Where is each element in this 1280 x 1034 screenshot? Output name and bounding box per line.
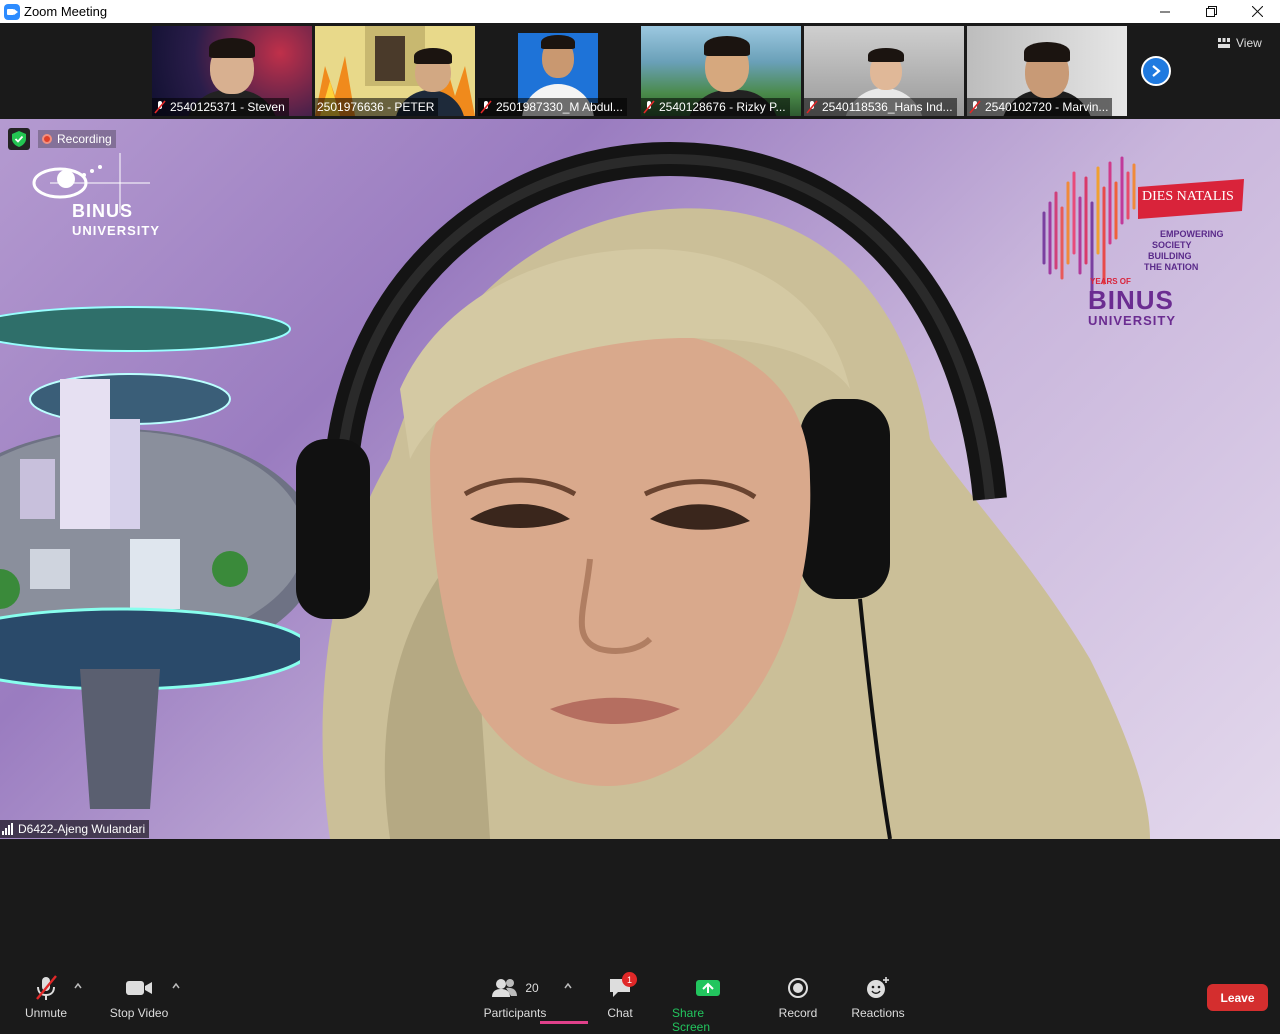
participants-count: 20 [525,981,539,995]
video-camera-icon [126,981,152,995]
next-page-button[interactable] [1141,56,1171,86]
university-wordmark: UNIVERSITY [72,223,161,238]
restore-button[interactable] [1188,0,1234,23]
participant-thumbnail-strip: 2540125371 - Steven 2501976636 - PETER 2… [0,23,1280,119]
participant-name: 2540128676 - Rizky P... [659,100,786,114]
participants-options-caret[interactable] [564,981,572,992]
chevron-up-icon [74,982,82,989]
participant-name: 2501987330_M Abdul... [496,100,623,114]
participants-button[interactable]: 20 Participants [482,974,548,1020]
participant-name-label: 2501976636 - PETER [315,98,439,116]
participant-thumbnail[interactable]: 2540102720 - Marvin... [967,26,1127,116]
muted-microphone-icon [36,975,57,1000]
view-label: View [1236,36,1262,50]
participant-name: 2540118536_Hans Ind... [822,100,953,114]
zoom-app-icon [4,3,20,20]
window-title: Zoom Meeting [24,4,108,19]
smiley-plus-icon [867,977,889,998]
video-options-caret[interactable] [172,981,180,992]
record-icon [788,978,808,998]
muted-mic-icon [154,100,166,114]
muted-mic-icon [643,100,655,114]
participant-thumbnail[interactable]: 2501987330_M Abdul... [478,26,638,116]
participant-name-label: 2540125371 - Steven [152,98,289,116]
grid-view-icon [1218,38,1230,48]
meeting-status-bar: Recording [8,128,116,150]
chevron-right-icon [1152,65,1161,77]
reactions-button[interactable]: Reactions [850,974,906,1020]
record-button[interactable]: Record [776,974,820,1020]
participant-name: 2501976636 - PETER [317,100,435,114]
participant-thumbnail[interactable]: 2501976636 - PETER [315,26,475,116]
close-icon [1251,6,1263,17]
speaker-person [296,141,1150,839]
muted-mic-icon [969,100,981,114]
recording-label: Recording [57,132,112,146]
audio-options-caret[interactable] [74,981,82,992]
stop-video-button[interactable]: Stop Video [106,974,172,1020]
shield-icon [12,131,26,147]
muted-mic-icon [806,100,818,114]
share-screen-label: Share Screen [672,1006,711,1034]
share-screen-button[interactable]: Share Screen [672,974,744,1034]
stop-video-label: Stop Video [109,1006,169,1020]
participant-name-label: 2501987330_M Abdul... [478,98,627,116]
chat-unread-badge: 1 [622,972,637,987]
participant-name: 2540102720 - Marvin... [985,100,1109,114]
recording-dot-icon [42,134,52,144]
participants-label: Participants [483,1006,547,1020]
restore-icon [1205,6,1217,17]
chevron-up-icon [564,982,572,989]
binus-university-logo: BINUS UNIVERSITY [30,153,180,243]
window-titlebar: Zoom Meeting [0,0,1280,23]
participant-thumbnail[interactable]: 2540128676 - Rizky P... [641,26,801,116]
participant-name-label: 2540128676 - Rizky P... [641,98,790,116]
record-label: Record [778,1006,818,1020]
meeting-controls-toolbar: Unmute Stop Video 20 Participants 1 Chat… [0,968,1280,1034]
unmute-button[interactable]: Unmute [22,974,70,1020]
participant-name: 2540125371 - Steven [170,100,285,114]
unmute-label: Unmute [24,1006,68,1020]
participant-name-label: 2540118536_Hans Ind... [804,98,957,116]
leave-button[interactable]: Leave [1207,984,1268,1011]
speaker-name-label: D6422-Ajeng Wulandari [0,820,150,838]
muted-mic-icon [480,100,492,114]
minimize-button[interactable] [1142,0,1188,23]
minimize-icon [1160,11,1170,12]
participant-thumbnail[interactable]: 2540118536_Hans Ind... [804,26,964,116]
view-button[interactable]: View [1218,33,1262,53]
speaker-name: D6422-Ajeng Wulandari [18,822,146,836]
recording-indicator[interactable]: Recording [38,130,116,148]
active-speaker-video: BINUS UNIVERSITY DIES NATALIS EMPOWERING… [0,119,1280,839]
participant-name-label: 2540102720 - Marvin... [967,98,1113,116]
binus-wordmark: BINUS [72,201,134,221]
reactions-label: Reactions [851,1006,905,1020]
signal-strength-icon [2,823,13,835]
share-screen-icon [696,980,720,996]
participant-thumbnail[interactable]: 2540125371 - Steven [152,26,312,116]
close-button[interactable] [1234,0,1280,23]
security-shield-button[interactable] [8,128,30,150]
chat-label: Chat [607,1006,633,1020]
participants-icon [492,979,518,997]
floating-city-illustration [0,306,300,809]
chat-button[interactable]: 1 Chat [600,972,640,1020]
chevron-up-icon [172,982,180,989]
